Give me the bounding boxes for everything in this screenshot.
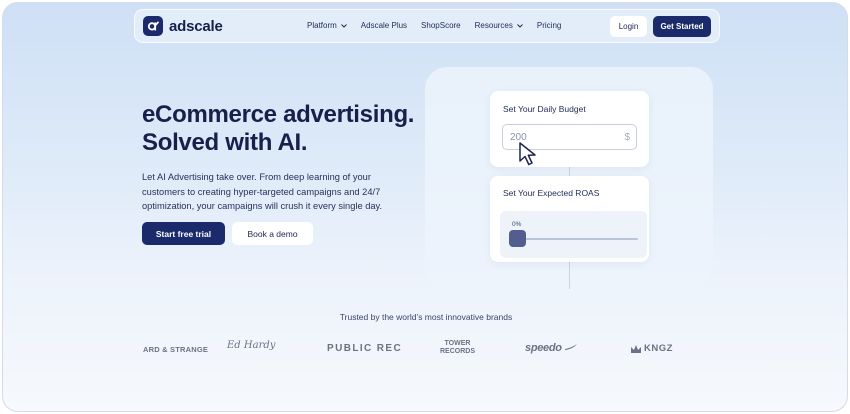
trusted-brands-heading: Trusted by the world’s most innovative b… (339, 312, 513, 322)
expected-roas-title: Set Your Expected ROAS (503, 188, 600, 198)
roas-slider-panel: 0% (500, 211, 647, 258)
brand-logo[interactable]: adscale (143, 16, 223, 36)
roas-slider-track[interactable] (520, 238, 638, 240)
hero-title-line1: eCommerce advertising. (142, 101, 415, 128)
menu-item-label: Adscale Plus (360, 21, 408, 30)
menu-item-adscale-plus[interactable]: Adscale Plus (361, 21, 407, 30)
main-menu: Platform Adscale Plus ShopScore Resource… (307, 21, 575, 30)
brand-logo-ed-hardy: Ed Hardy (227, 340, 276, 351)
chevron-down-icon (340, 23, 347, 28)
brand-logo-public-rec: PUBLIC REC (327, 343, 403, 354)
daily-budget-card: Set Your Daily Budget 200 $ (490, 91, 649, 167)
hero-title-line2: Solved with AI. (142, 129, 308, 156)
menu-item-platform[interactable]: Platform (307, 21, 347, 30)
expected-roas-card: Set Your Expected ROAS 0% (490, 176, 649, 262)
menu-item-label: Resources (474, 21, 513, 30)
dollar-icon: $ (624, 132, 630, 143)
menu-item-shopscore[interactable]: ShopScore (421, 21, 461, 30)
start-free-trial-button[interactable]: Start free trial (142, 222, 225, 245)
brand-logo-ard-strange: ARD & STRANGE (143, 345, 209, 354)
brand-logo-speedo-text: speedo (525, 342, 562, 354)
brand-logo-kngz: KNGZ (630, 343, 673, 354)
daily-budget-title: Set Your Daily Budget (503, 104, 586, 114)
brand-logo-tower-line1: TOWER (444, 340, 471, 347)
book-demo-button[interactable]: Book a demo (232, 222, 313, 245)
menu-item-label: ShopScore (421, 21, 461, 30)
brand-name: adscale (169, 17, 223, 35)
brand-logo-kngz-text: KNGZ (644, 343, 673, 354)
get-started-button[interactable]: Get Started (653, 16, 711, 37)
brand-logo-speedo: speedo (525, 342, 578, 354)
mouse-cursor-icon (519, 142, 536, 166)
roas-slider-thumb[interactable] (509, 230, 526, 247)
menu-item-pricing[interactable]: Pricing (537, 21, 561, 30)
brand-logo-tower-records: TOWER RECORDS (440, 340, 475, 356)
adscale-logo-icon (143, 16, 163, 36)
top-navbar: adscale Platform Adscale Plus ShopScore … (134, 9, 720, 43)
hero-title: eCommerce advertising. Solved with AI. (142, 101, 442, 157)
menu-item-label: Platform (307, 21, 337, 30)
speedo-boomerang-icon (565, 344, 578, 350)
chevron-down-icon (517, 23, 523, 28)
crown-icon (631, 344, 641, 353)
hero-description: Let AI Advertising take over. From deep … (142, 172, 383, 212)
page-frame: adscale Platform Adscale Plus ShopScore … (2, 2, 848, 412)
menu-item-resources[interactable]: Resources (475, 21, 523, 30)
menu-item-label: Pricing (536, 21, 562, 30)
roas-slider-value: 0% (512, 221, 522, 228)
login-button[interactable]: Login (610, 16, 647, 37)
brand-logo-tower-line2: RECORDS (440, 348, 476, 355)
